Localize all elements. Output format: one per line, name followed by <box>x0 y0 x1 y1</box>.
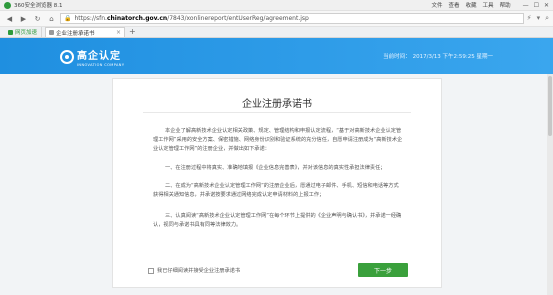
agree-label: 我已仔细阅读并接受企业注册承诺书 <box>157 268 241 274</box>
agree-checkbox[interactable] <box>148 267 154 274</box>
brand-ring-icon <box>60 50 74 64</box>
time-value: 2017/3/13 下午2:59:25 星期一 <box>412 54 493 60</box>
agree-checkbox-row[interactable]: 我已仔细阅读并接受企业注册承诺书 <box>148 267 240 274</box>
next-button[interactable]: 下一步 <box>358 263 408 277</box>
lock-icon: 🔒 <box>64 15 72 22</box>
agreement-card: 企业注册承诺书 本企业了解高新技术企业认定相关政策、规定、管理结构和申报认定流程… <box>112 78 442 288</box>
favorite-label: 网页加速 <box>15 30 38 36</box>
page-title: 企业注册承诺书 <box>242 99 312 110</box>
menu-help[interactable]: 帮助 <box>500 1 511 9</box>
browser-title-bar: 360安全浏览器 8.1 文件 查看 收藏 工具 帮助 — ☐ ✕ <box>0 0 553 11</box>
speed-icon <box>8 29 13 35</box>
address-bar: ◀ ▶ ↻ ⌂ 🔒 https://sfn.chinatorch.gov.cn/… <box>0 11 553 27</box>
dropdown-icon[interactable]: ▾ <box>537 14 541 23</box>
title-divider <box>143 112 411 113</box>
new-tab-button[interactable]: + <box>129 27 136 37</box>
lightning-icon[interactable]: ⚡ <box>527 14 532 23</box>
brand-logo[interactable]: 高企认定 INNOVATION COMPANY <box>60 47 124 67</box>
page-icon <box>49 30 55 35</box>
page-scrollbar[interactable] <box>547 74 553 295</box>
agreement-intro: 本企业了解高新技术企业认定相关政策、规定、管理结构和申报认定流程，“基于对高新技… <box>153 128 403 152</box>
url-domain: chinatorch.gov.cn <box>106 15 168 22</box>
url-suffix: /7843/xonlinereport/entUserReg/agreement… <box>167 15 309 22</box>
browser-logo-icon <box>4 1 11 9</box>
url-input[interactable]: 🔒 https://sfn.chinatorch.gov.cn/7843/xon… <box>60 13 524 24</box>
tab-bar: 网页加速 企业注册承诺书 × + <box>0 27 553 38</box>
menu-favorites[interactable]: 收藏 <box>466 1 477 9</box>
tab-label: 企业注册承诺书 <box>56 30 95 37</box>
tab-close-icon[interactable]: × <box>116 29 121 36</box>
site-header: 高企认定 INNOVATION COMPANY 当前时间： 2017/3/13 … <box>0 38 553 74</box>
agreement-clause-1: 一、在注册过程中将真实、准确地填报《企业信息完善表》，并对该信息的真实性承担法律… <box>165 165 386 171</box>
agreement-clause-2: 二、在成为“高新技术企业认定管理工作网”的注册企业后，愿通过电子邮件、手机、短信… <box>153 183 399 198</box>
tab-agreement[interactable]: 企业注册承诺书 × <box>45 27 126 37</box>
back-icon[interactable]: ◀ <box>4 13 15 24</box>
close-icon[interactable]: ✕ <box>544 2 549 9</box>
maximize-icon[interactable]: ☐ <box>534 2 539 9</box>
time-label: 当前时间： <box>383 54 411 60</box>
refresh-icon[interactable]: ↻ <box>32 13 43 24</box>
current-time: 当前时间： 2017/3/13 下午2:59:25 星期一 <box>383 52 493 60</box>
minimize-icon[interactable]: — <box>523 2 529 9</box>
menu-file[interactable]: 文件 <box>432 1 443 9</box>
brand-name: 高企认定 <box>77 51 121 62</box>
menu-tools[interactable]: 工具 <box>483 1 494 9</box>
browser-menus: 文件 查看 收藏 工具 帮助 — ☐ ✕ <box>432 1 550 10</box>
search-icon[interactable]: ⌕ <box>545 14 549 23</box>
agreement-clause-3: 三、认真阅读“高新技术企业认定管理工作网”在每个环节上提供的《企业声明与确认书》… <box>153 213 402 228</box>
browser-title: 360安全浏览器 8.1 <box>14 3 63 9</box>
home-icon[interactable]: ⌂ <box>46 13 57 24</box>
url-prefix: https://sfn. <box>74 15 107 22</box>
forward-icon[interactable]: ▶ <box>18 13 29 24</box>
menu-view[interactable]: 查看 <box>449 1 460 9</box>
favorite-item[interactable]: 网页加速 <box>4 27 43 37</box>
scrollbar-thumb[interactable] <box>548 76 552 136</box>
brand-subtitle: INNOVATION COMPANY <box>77 63 125 67</box>
